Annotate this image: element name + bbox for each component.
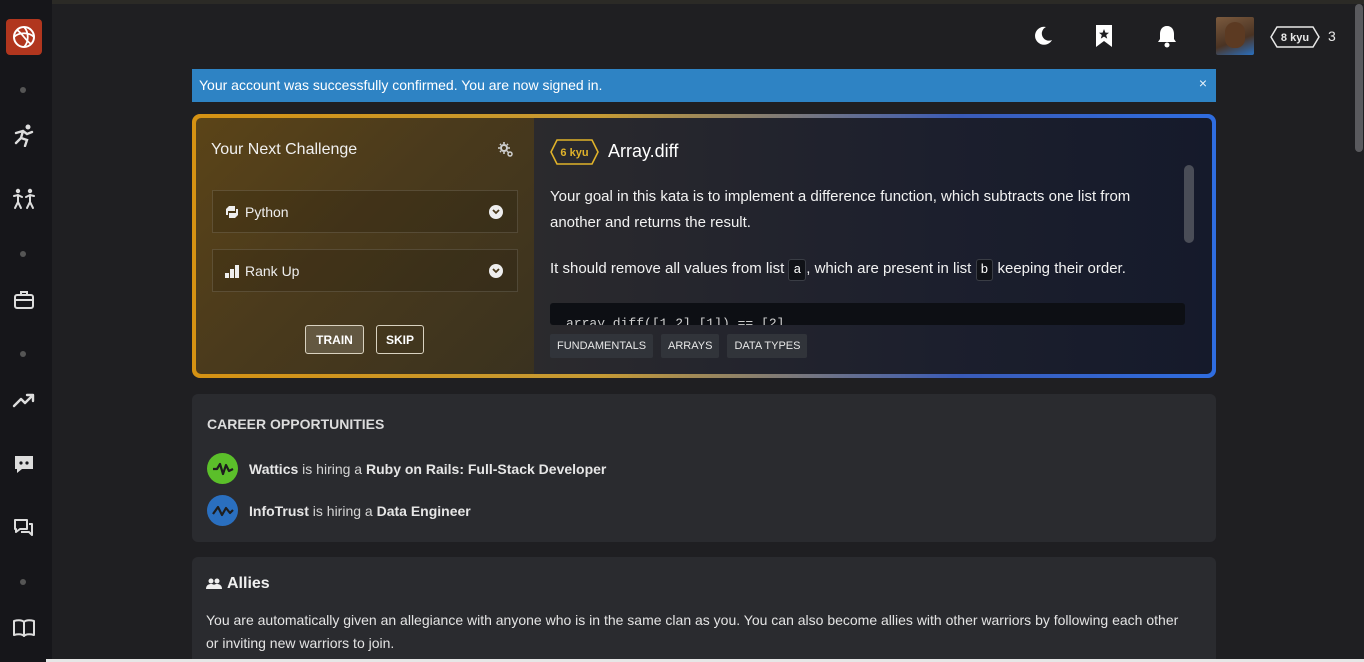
leaderboard-icon[interactable] [11, 387, 37, 413]
allies-title: Allies [227, 575, 270, 592]
sidebar-divider-dot [20, 579, 26, 585]
desc-text: , which are present in list [806, 260, 976, 277]
kata-title[interactable]: Array.diff [608, 141, 678, 162]
job-listing[interactable]: InfoTrust is hiring a Data Engineer [207, 495, 471, 526]
kata-tags: FUNDAMENTALS ARRAYS DATA TYPES [550, 334, 808, 358]
sidebar [0, 0, 52, 662]
jobs-icon[interactable] [11, 287, 37, 313]
discuss-icon[interactable] [11, 515, 37, 541]
panel-title: Your Next Challenge [211, 141, 358, 158]
desc-text: It should remove all values from list [550, 260, 789, 277]
challenge-options: Your Next Challenge Python Rank Up TRAIN… [196, 118, 534, 374]
moon-icon[interactable] [1029, 16, 1057, 56]
user-avatar[interactable] [1216, 17, 1254, 55]
strategy-select[interactable]: Rank Up [212, 249, 518, 292]
tag[interactable]: FUNDAMENTALS [550, 334, 654, 358]
gear-icon[interactable] [498, 142, 514, 158]
tag[interactable]: DATA TYPES [727, 334, 808, 358]
codewars-logo[interactable] [6, 19, 42, 55]
kata-description-2: It should remove all values from list a,… [550, 256, 1190, 282]
discord-icon[interactable] [11, 451, 37, 477]
job-role[interactable]: Data Engineer [377, 503, 471, 519]
skip-button[interactable]: SKIP [376, 325, 424, 354]
next-challenge-card: Your Next Challenge Python Rank Up TRAIN… [192, 114, 1216, 378]
kata-description: Your goal in this kata is to implement a… [550, 188, 1131, 231]
rank-label: 8 kyu [1281, 32, 1309, 44]
description-scrollbar[interactable] [1184, 165, 1194, 243]
code-a: a [788, 259, 807, 281]
rank-up-icon [225, 264, 239, 278]
code-example: array_diff([1,2],[1]) == [2] [550, 303, 1185, 325]
tag[interactable]: ARRAYS [661, 334, 720, 358]
allies-panel: Allies You are automatically given an al… [192, 557, 1216, 662]
desc-text: keeping their order. [993, 260, 1126, 277]
job-connector: is hiring a [298, 460, 366, 477]
close-icon[interactable]: × [1199, 75, 1207, 91]
python-icon [225, 205, 239, 219]
infotrust-logo-icon [207, 495, 238, 526]
company-name[interactable]: InfoTrust [249, 503, 309, 519]
docs-icon[interactable] [11, 615, 37, 641]
flash-text: Your account was successfully confirmed.… [199, 77, 603, 93]
sidebar-divider-dot [20, 351, 26, 357]
wattics-logo-icon [207, 453, 238, 484]
company-name[interactable]: Wattics [249, 461, 298, 477]
careers-title: CAREER OPPORTUNITIES [207, 416, 385, 432]
allies-heading: Allies [206, 575, 270, 593]
rank-badge[interactable]: 8 kyu [1270, 26, 1320, 48]
sidebar-divider-dot [20, 251, 26, 257]
job-role[interactable]: Ruby on Rails: Full-Stack Developer [366, 461, 606, 477]
bookmark-icon[interactable] [1090, 16, 1118, 56]
language-select[interactable]: Python [212, 190, 518, 233]
job-connector: is hiring a [308, 502, 377, 519]
kyu-badge: 6 kyu [550, 139, 599, 165]
page-scrollbar[interactable] [1355, 4, 1363, 152]
bell-icon[interactable] [1153, 16, 1181, 56]
kumite-icon[interactable] [11, 186, 37, 212]
job-listing[interactable]: Wattics is hiring a Ruby on Rails: Full-… [207, 453, 606, 484]
chevron-down-icon [489, 264, 503, 278]
users-icon [206, 578, 222, 589]
train-button[interactable]: TRAIN [305, 325, 364, 354]
chevron-down-icon [489, 205, 503, 219]
kata-preview: 6 kyu Array.diff Your goal in this kata … [534, 118, 1212, 374]
strategy-value: Rank Up [245, 262, 300, 279]
language-value: Python [245, 203, 289, 220]
practice-icon[interactable] [11, 122, 37, 148]
career-opportunities: CAREER OPPORTUNITIES Wattics is hiring a… [192, 394, 1216, 542]
allies-text: You are automatically given an allegianc… [206, 612, 1179, 651]
kyu-label: 6 kyu [560, 147, 588, 159]
sidebar-divider-dot [20, 87, 26, 93]
honor-count: 3 [1328, 28, 1336, 44]
code-b: b [975, 259, 994, 281]
top-strip [0, 0, 1364, 4]
flash-message: Your account was successfully confirmed.… [192, 69, 1216, 102]
